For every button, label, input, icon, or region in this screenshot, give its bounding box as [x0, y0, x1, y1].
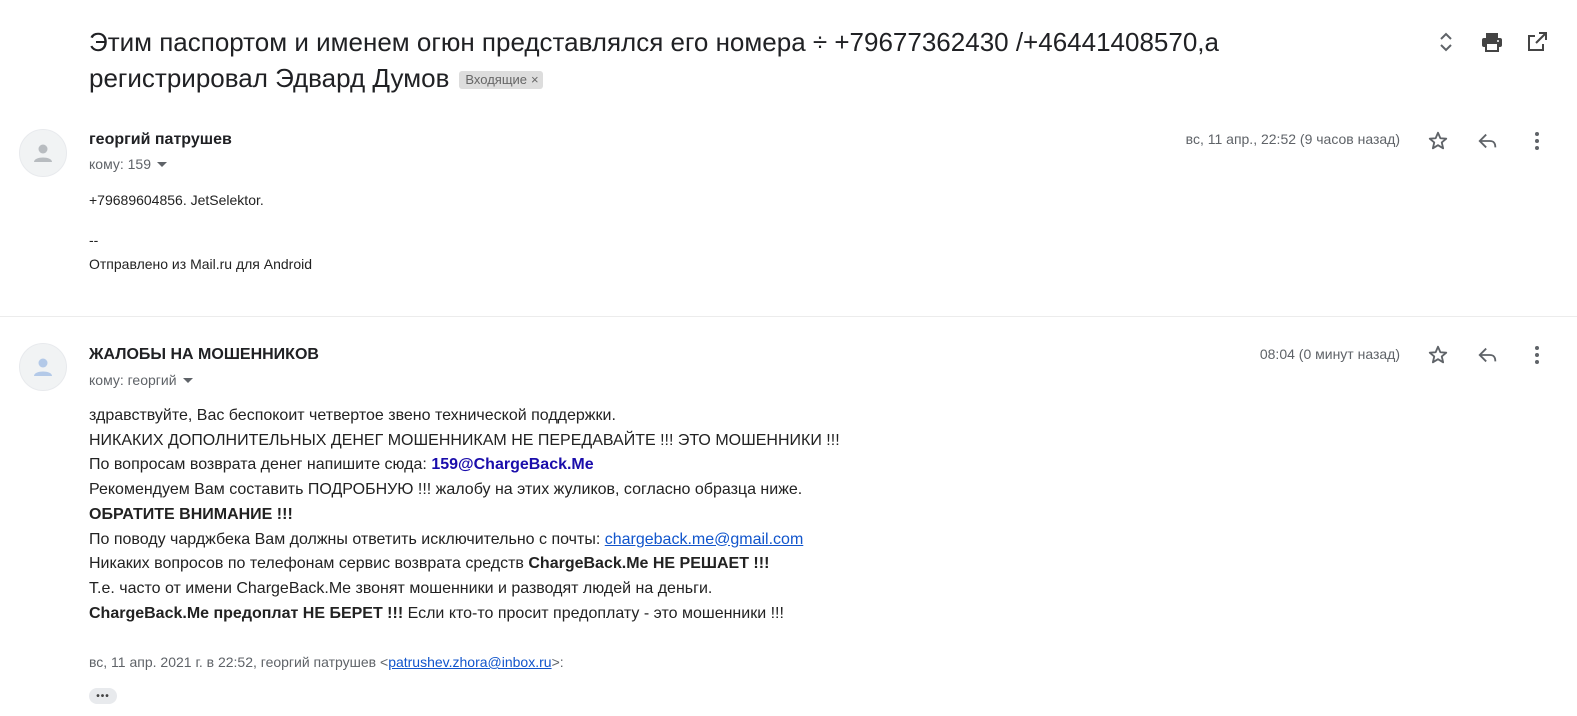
sender-name[interactable]: ЖАЛОБЫ НА МОШЕННИКОВ — [89, 346, 319, 364]
open-in-new-icon[interactable] — [1523, 28, 1551, 56]
sender-name[interactable]: георгий патрушев — [89, 131, 232, 149]
quote-prefix: вс, 11 апр. 2021 г. в 22:52, георгий пат… — [89, 654, 389, 670]
recipient-line[interactable]: кому: георгий — [89, 372, 193, 388]
body-line: Т.е. часто от имени ChargeBack.Me звонят… — [89, 579, 713, 597]
show-trimmed-content-button[interactable]: ••• — [89, 688, 117, 704]
body-line-bold: ОБРАТИТЕ ВНИМАНИЕ !!! — [89, 505, 293, 523]
more-vert-icon[interactable] — [1523, 127, 1551, 155]
chevron-down-icon[interactable] — [157, 162, 167, 167]
reply-icon[interactable] — [1474, 341, 1502, 369]
quote-email-link[interactable]: patrushev.zhora@inbox.ru — [388, 654, 551, 670]
subject-line-2: регистрировал Эдвард Думов — [89, 63, 450, 93]
body-line: ChargeBack.Me предоплат НЕ БЕРЕТ !!! Есл… — [89, 602, 840, 627]
recipient-text: кому: георгий — [89, 372, 177, 388]
body-text-bold: ChargeBack.Me НЕ РЕШАЕТ !!! — [528, 555, 770, 573]
body-line: По вопросам возврата денег напишите сюда… — [89, 453, 840, 478]
person-icon — [34, 144, 52, 162]
avatar — [19, 343, 67, 391]
quote-header: вс, 11 апр. 2021 г. в 22:52, георгий пат… — [89, 654, 564, 670]
person-icon — [34, 358, 52, 376]
reply-icon[interactable] — [1474, 127, 1502, 155]
subject-line-1: Этим паспортом и именем огюн представлял… — [89, 27, 1219, 57]
recipient-text: кому: 159 — [89, 156, 151, 172]
body-text: По поводу чарджбека Вам должны ответить … — [89, 530, 605, 548]
recipient-line[interactable]: кому: 159 — [89, 156, 167, 172]
unfold-icon[interactable] — [1432, 28, 1460, 56]
message-body: здравствуйте, Вас беспокоит четвертое зв… — [89, 404, 840, 626]
signature: Отправлено из Mail.ru для Android — [89, 256, 313, 272]
body-text: Никаких вопросов по телефонам сервис воз… — [89, 555, 529, 573]
star-icon[interactable] — [1424, 127, 1452, 155]
message-date: 08:04 (0 минут назад) — [1259, 346, 1400, 362]
signature-separator: -- — [89, 232, 99, 248]
body-line: Рекомендуем Вам составить ПОДРОБНУЮ !!! … — [89, 481, 803, 499]
body-text: По вопросам возврата денег напишите сюда… — [89, 456, 432, 474]
email-link[interactable]: chargeback.me@gmail.com — [605, 531, 804, 548]
body-line: По поводу чарджбека Вам должны ответить … — [89, 528, 840, 553]
label-remove-button[interactable]: × — [531, 72, 539, 87]
label-inbox[interactable]: Входящие × — [459, 71, 543, 89]
body-line: Никаких вопросов по телефонам сервис воз… — [89, 552, 840, 577]
body-line: здравствуйте, Вас беспокоит четвертое зв… — [89, 407, 616, 424]
support-email: 159@ChargeBack.Me — [431, 456, 594, 474]
print-icon[interactable] — [1478, 28, 1506, 56]
message-date: вс, 11 апр., 22:52 (9 часов назад) — [1185, 131, 1400, 147]
label-inbox-text: Входящие — [465, 72, 528, 87]
body-line: НИКАКИХ ДОПОЛНИТЕЛЬНЫХ ДЕНЕГ МОШЕННИКАМ … — [89, 431, 840, 449]
chevron-down-icon[interactable] — [182, 378, 193, 383]
more-vert-icon[interactable] — [1523, 341, 1551, 369]
star-icon[interactable] — [1424, 341, 1452, 369]
body-line: +79689604856. JetSelektor. — [89, 192, 264, 208]
body-text: Если кто-то просит предоплату - это моше… — [403, 604, 784, 622]
avatar — [19, 129, 67, 177]
message-body: +79689604856. JetSelektor. -- Отправлено… — [89, 188, 312, 276]
body-text-bold: ChargeBack.Me предоплат НЕ БЕРЕТ !!! — [89, 604, 404, 622]
quote-suffix: >: — [551, 654, 564, 670]
message-divider — [0, 316, 1577, 317]
email-subject: Этим паспортом и именем огюн представлял… — [89, 24, 1379, 96]
